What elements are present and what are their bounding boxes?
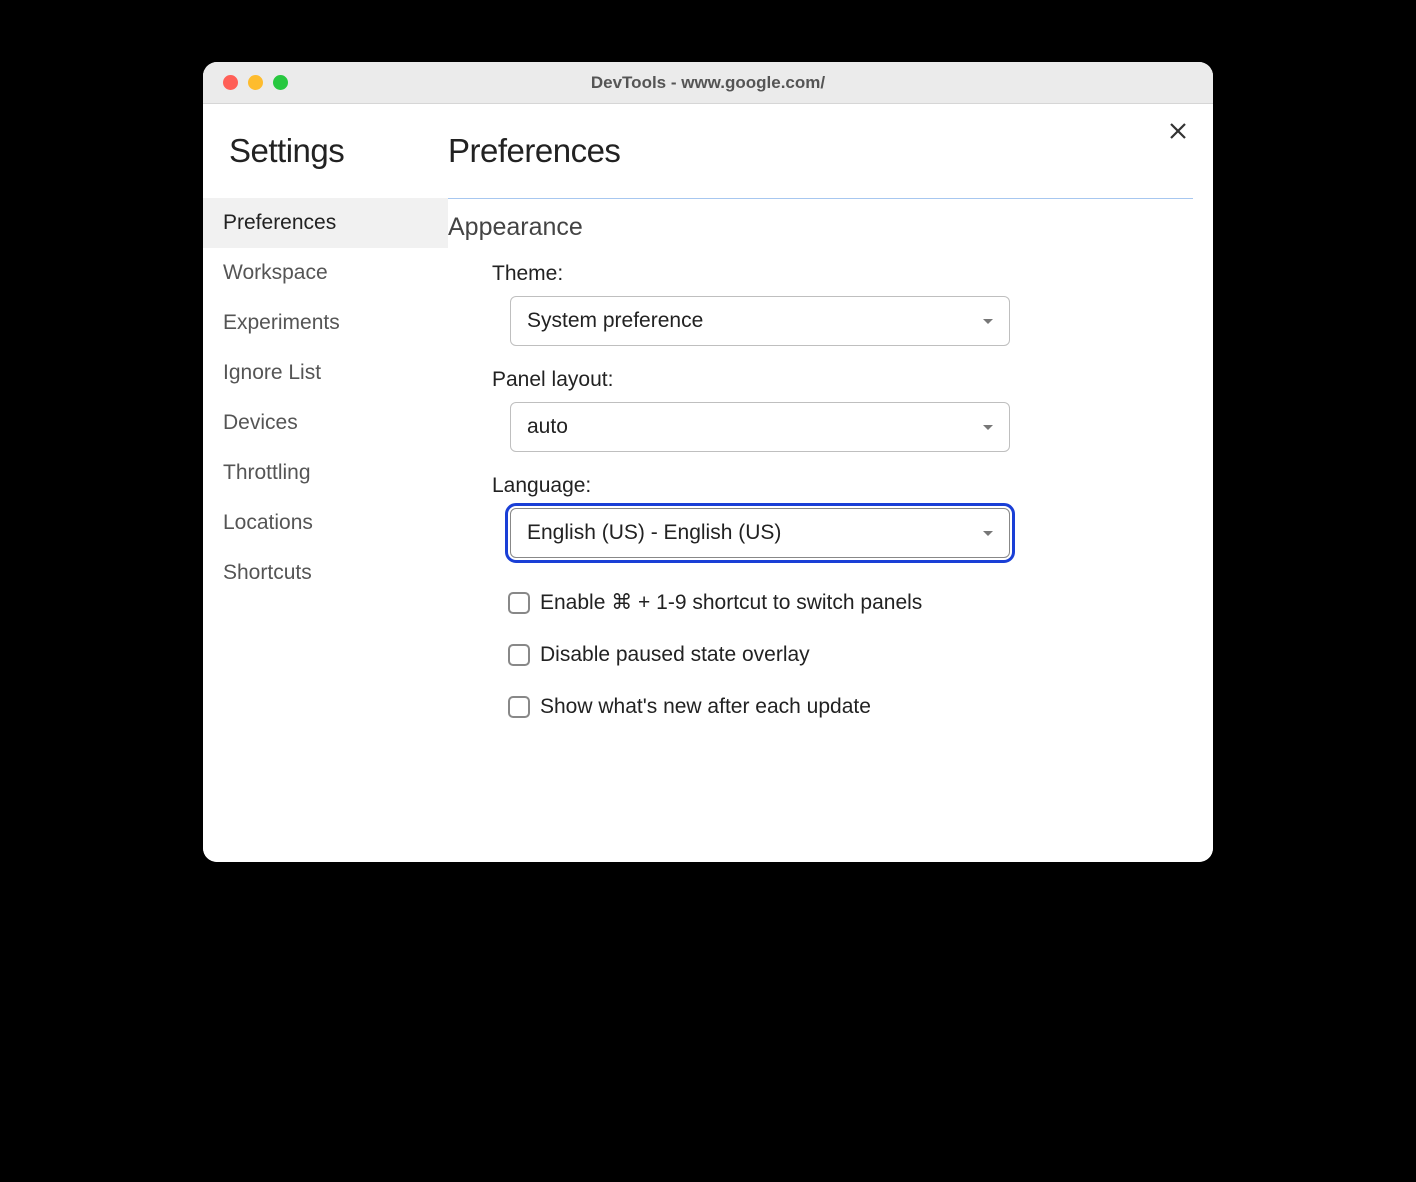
window-close-button[interactable] (223, 75, 238, 90)
whats-new-label: Show what's new after each update (540, 695, 871, 719)
theme-label: Theme: (492, 262, 1193, 286)
window-minimize-button[interactable] (248, 75, 263, 90)
sidebar-item-devices[interactable]: Devices (203, 398, 448, 448)
language-select-value: English (US) - English (US) (527, 521, 781, 545)
sidebar-item-shortcuts[interactable]: Shortcuts (203, 548, 448, 598)
enable-shortcut-checkbox[interactable] (508, 592, 530, 614)
sidebar-item-label: Workspace (223, 261, 328, 284)
sidebar-title: Settings (203, 132, 448, 170)
sidebar-item-throttling[interactable]: Throttling (203, 448, 448, 498)
disable-overlay-label: Disable paused state overlay (540, 643, 810, 667)
page-title: Preferences (448, 132, 1193, 170)
field-language: Language: English (US) - English (US) (448, 474, 1193, 558)
sidebar-item-experiments[interactable]: Experiments (203, 298, 448, 348)
scroll-area[interactable]: Appearance Theme: System preference Pane… (448, 198, 1193, 838)
sidebar-item-label: Throttling (223, 461, 311, 484)
content: Preferences Appearance Theme: System pre… (448, 104, 1213, 862)
sidebar-item-label: Locations (223, 511, 313, 534)
field-panel-layout: Panel layout: auto (448, 368, 1193, 452)
sidebar-item-label: Devices (223, 411, 298, 434)
sidebar-item-label: Preferences (223, 211, 336, 234)
app-window: DevTools - www.google.com/ Settings Pref… (203, 62, 1213, 862)
panel-layout-select[interactable]: auto (510, 402, 1010, 452)
theme-select-value: System preference (527, 309, 703, 333)
chevron-down-icon (981, 420, 995, 434)
section-title-appearance: Appearance (448, 213, 1193, 242)
sidebar-item-preferences[interactable]: Preferences (203, 198, 448, 248)
field-theme: Theme: System preference (448, 262, 1193, 346)
sidebar: Settings Preferences Workspace Experimen… (203, 104, 448, 862)
panel-layout-label: Panel layout: (492, 368, 1193, 392)
sidebar-item-workspace[interactable]: Workspace (203, 248, 448, 298)
titlebar: DevTools - www.google.com/ (203, 62, 1213, 104)
traffic-lights (203, 75, 288, 90)
language-label: Language: (492, 474, 1193, 498)
disable-overlay-checkbox[interactable] (508, 644, 530, 666)
sidebar-item-locations[interactable]: Locations (203, 498, 448, 548)
chevron-down-icon (981, 314, 995, 328)
whats-new-checkbox[interactable] (508, 696, 530, 718)
panel-layout-select-value: auto (527, 415, 568, 439)
sidebar-item-ignore-list[interactable]: Ignore List (203, 348, 448, 398)
sidebar-item-label: Shortcuts (223, 561, 312, 584)
enable-shortcut-label: Enable ⌘ + 1-9 shortcut to switch panels (540, 590, 922, 615)
chevron-down-icon (981, 526, 995, 540)
checkbox-row-whats-new: Show what's new after each update (448, 695, 1193, 719)
window-title: DevTools - www.google.com/ (203, 73, 1213, 93)
sidebar-item-label: Ignore List (223, 361, 321, 384)
theme-select[interactable]: System preference (510, 296, 1010, 346)
sidebar-item-label: Experiments (223, 311, 340, 334)
checkbox-row-disable-overlay: Disable paused state overlay (448, 643, 1193, 667)
window-maximize-button[interactable] (273, 75, 288, 90)
checkbox-row-enable-shortcut: Enable ⌘ + 1-9 shortcut to switch panels (448, 590, 1193, 615)
window-body: Settings Preferences Workspace Experimen… (203, 104, 1213, 862)
language-select[interactable]: English (US) - English (US) (510, 508, 1010, 558)
